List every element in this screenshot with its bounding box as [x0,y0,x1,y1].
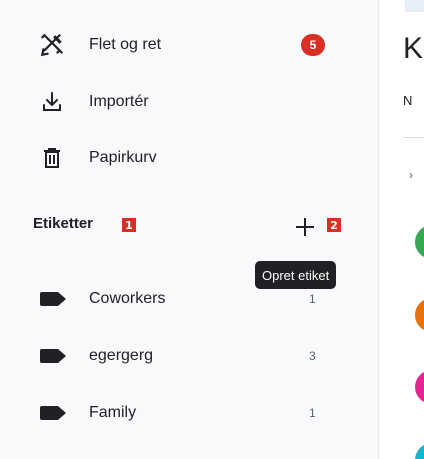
sidebar-item-merge-fix[interactable]: Flet og ret 5 [0,23,379,67]
avatar[interactable] [415,298,424,332]
add-label-tooltip: Opret etiket [255,261,337,289]
trash-icon [38,144,66,172]
main-content: K N › [379,0,424,459]
chevron-icon[interactable]: › [409,168,413,182]
label-name: Family [89,404,137,421]
divider [403,137,424,138]
merge-fix-icon [38,31,66,59]
sidebar: Flet og ret 5 Importér Papirkurv Etikett… [0,0,379,459]
main-header-bar [405,0,424,12]
labels-section-title: Etiketter [33,215,94,232]
label-name: Coworkers [89,290,166,307]
page-title: K [403,32,424,65]
add-label-button[interactable] [294,216,316,238]
page-subtitle: N [403,93,413,108]
avatar[interactable] [415,225,424,259]
label-count: 1 [309,292,316,306]
sidebar-item-label: Flet og ret [89,36,162,53]
avatar[interactable] [415,443,424,459]
label-item-family[interactable]: Family 1 [0,393,379,433]
sidebar-item-label: Papirkurv [89,149,157,166]
merge-count-badge: 5 [301,34,325,56]
label-name: egergerg [89,347,154,364]
annotation-marker-1: 1 [122,218,136,232]
label-count: 3 [309,349,316,363]
label-item-egergerg[interactable]: egergerg 3 [0,336,379,376]
avatar[interactable] [415,370,424,404]
label-icon [40,349,66,363]
import-icon [38,88,66,116]
annotation-marker-2: 2 [327,218,341,232]
sidebar-item-label: Importér [89,93,149,110]
sidebar-item-trash[interactable]: Papirkurv [0,136,379,180]
plus-icon [296,218,314,236]
sidebar-item-import[interactable]: Importér [0,80,379,124]
label-count: 1 [309,406,316,420]
label-icon [40,406,66,420]
label-icon [40,292,66,306]
